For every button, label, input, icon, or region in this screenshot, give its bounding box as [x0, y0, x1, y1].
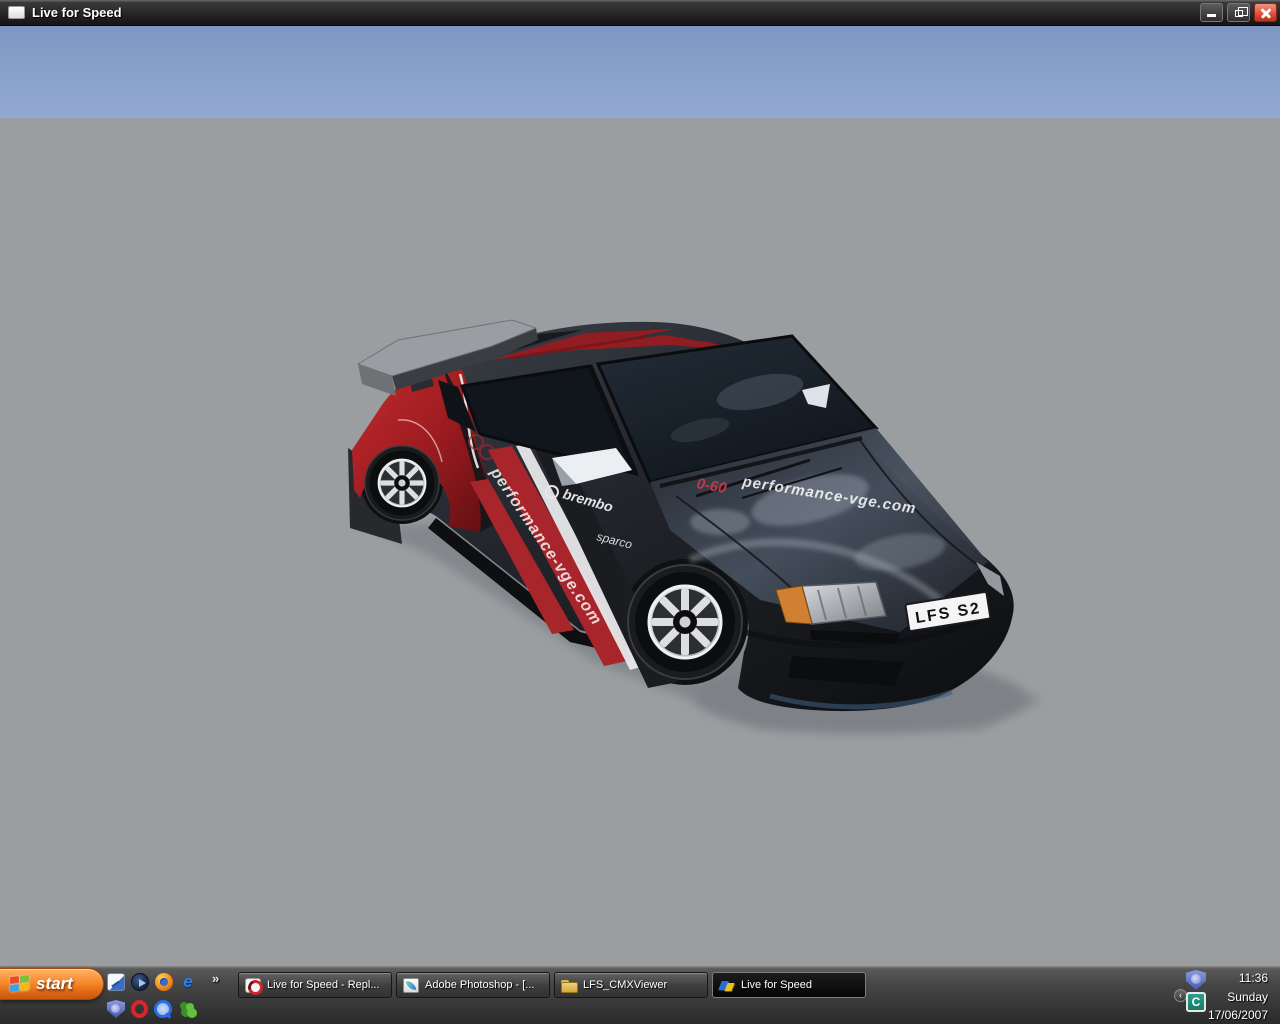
taskbar-button-lfs-replay[interactable]: Live for Speed - Repl... — [238, 972, 392, 998]
sky-horizon — [0, 26, 1280, 118]
window-titlebar: Live for Speed — [0, 0, 1280, 26]
messenger-icon[interactable] — [178, 1000, 196, 1018]
window-title: Live for Speed — [32, 5, 122, 20]
show-desktop-icon[interactable] — [107, 973, 125, 991]
start-label: start — [36, 974, 73, 993]
restore-button[interactable] — [1227, 3, 1250, 22]
tray-codec-icon[interactable]: C — [1186, 992, 1206, 1012]
tray-security-shield-icon[interactable] — [1186, 970, 1206, 990]
taskbar-button-live-for-speed[interactable]: Live for Speed — [712, 972, 866, 998]
taskbar-button-photoshop[interactable]: Adobe Photoshop - [... — [396, 972, 550, 998]
desktop-screen: Live for Speed LFS S2 brembo sparco perf… — [0, 0, 1280, 1024]
car-render: LFS S2 brembo sparco performance-vge.com… — [348, 319, 1042, 734]
close-button[interactable] — [1254, 3, 1277, 22]
security-shield-icon[interactable] — [107, 1000, 125, 1018]
firefox-icon[interactable] — [155, 973, 173, 991]
tray-clock[interactable]: 11:36 Sunday 17/06/2007 — [1208, 969, 1268, 1024]
minimize-icon — [1207, 14, 1216, 17]
tray-day: Sunday — [1227, 989, 1268, 1004]
photoshop-icon — [403, 977, 419, 993]
system-tray: ‹ C 11:36 Sunday 17/06/2007 — [1174, 966, 1280, 1024]
lfs-replay-icon — [245, 977, 261, 993]
tray-date: 17/06/2007 — [1207, 1008, 1268, 1022]
taskbar: start e » Live for Speed - Repl... Adobe… — [0, 966, 1280, 1024]
quick-launch-overflow-chevron[interactable]: » — [212, 971, 219, 986]
taskbar-button-cmxviewer-folder[interactable]: LFS_CMXViewer — [554, 972, 708, 998]
opera-icon[interactable] — [131, 1000, 148, 1018]
cmx-viewer-viewport[interactable]: LFS S2 brembo sparco performance-vge.com… — [0, 26, 1280, 966]
app-window-icon — [8, 6, 25, 19]
front-wheel — [627, 564, 743, 680]
tray-time: 11:36 — [1238, 971, 1268, 985]
rear-wheel — [364, 445, 440, 521]
start-button[interactable]: start — [0, 968, 104, 1000]
internet-explorer-icon[interactable]: e — [179, 973, 197, 991]
restore-icon — [1235, 7, 1248, 17]
taskbar-buttons: Live for Speed - Repl... Adobe Photoshop… — [238, 972, 866, 998]
media-player-icon[interactable] — [131, 973, 149, 991]
lfs-icon — [719, 978, 735, 993]
headlight — [801, 581, 887, 625]
windows-flag-icon — [10, 974, 30, 993]
quicktime-icon[interactable] — [154, 1000, 172, 1018]
folder-icon — [561, 978, 578, 993]
minimize-button[interactable] — [1200, 3, 1223, 22]
